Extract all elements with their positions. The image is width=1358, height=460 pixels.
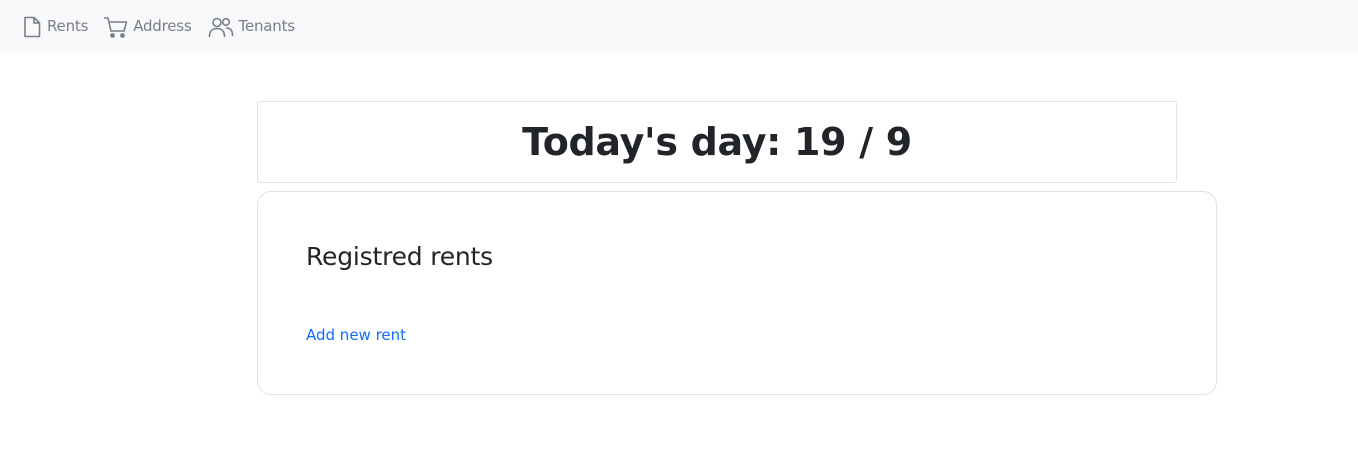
top-navbar: Rents Address Tenants <box>0 0 1358 53</box>
registered-rents-heading: Registred rents <box>306 242 493 271</box>
add-new-rent-link[interactable]: Add new rent <box>306 326 406 344</box>
today-day-panel: Today's day: 19 / 9 <box>257 101 1177 183</box>
nav-item-label: Tenants <box>238 17 296 35</box>
today-day-title: Today's day: 19 / 9 <box>522 120 912 164</box>
cart-icon <box>103 16 128 38</box>
nav-item-label: Address <box>133 17 192 35</box>
nav-item-tenants[interactable]: Tenants <box>207 15 295 39</box>
nav-item-address[interactable]: Address <box>103 15 192 39</box>
people-icon <box>208 17 233 37</box>
nav-item-label: Rents <box>47 17 89 35</box>
file-icon <box>24 16 41 37</box>
registered-rents-card: Registred rents Add new rent <box>257 191 1217 395</box>
nav-item-rents[interactable]: Rents <box>21 15 88 39</box>
